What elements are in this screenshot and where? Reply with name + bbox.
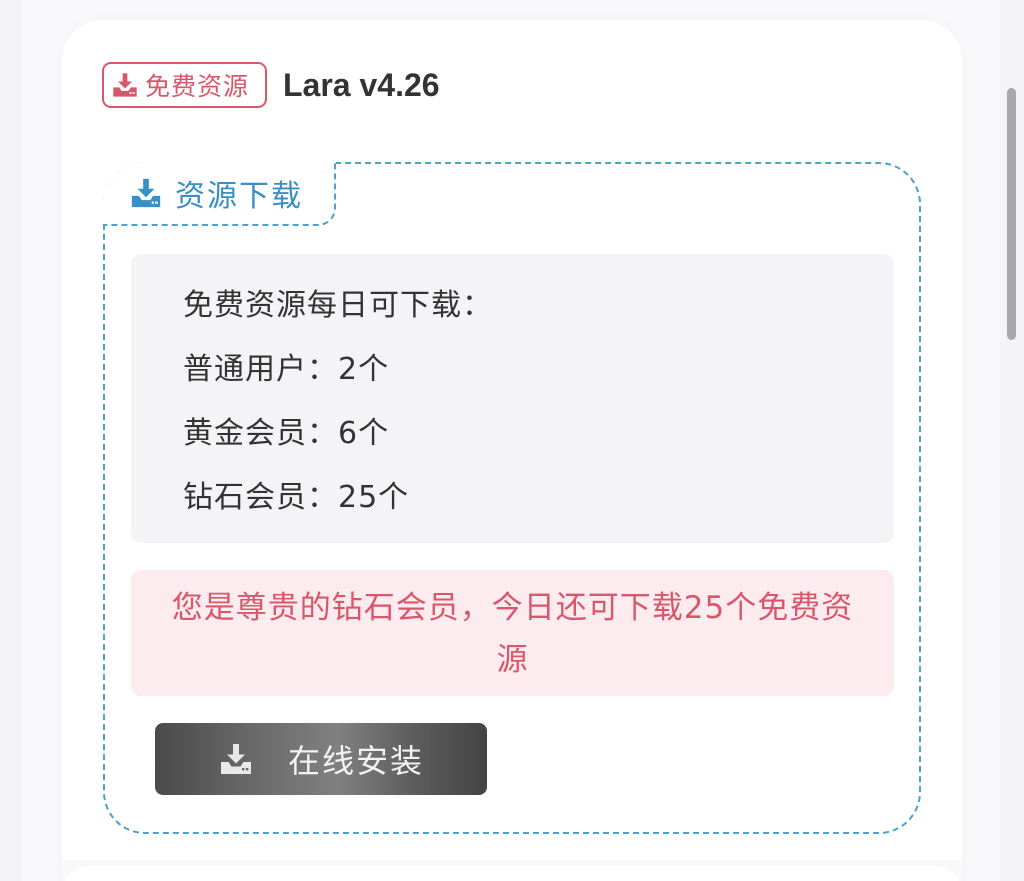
scrollbar-thumb[interactable]	[1007, 88, 1016, 340]
install-button-label: 在线安装	[287, 742, 424, 780]
badge-label: 免费资源	[145, 72, 250, 101]
info-line: 黄金会员：6个	[183, 416, 390, 451]
online-install-button[interactable]: 在线安装	[155, 723, 487, 795]
download-tray-icon	[113, 73, 137, 97]
page: 免费资源 Lara v4.26 资源下载 免费资源每日可下载： 普通用户：2个 …	[0, 0, 1024, 881]
info-line: 钻石会员：25个	[183, 480, 410, 515]
download-tray-icon	[131, 178, 161, 208]
next-card	[62, 866, 962, 881]
free-resource-badge: 免费资源	[102, 62, 267, 108]
download-tab-label: 资源下载	[175, 179, 303, 214]
info-line: 免费资源每日可下载：	[183, 288, 493, 323]
member-notice: 您是尊贵的钻石会员，今日还可下载25个免费资源	[131, 570, 894, 696]
download-tab: 资源下载	[103, 162, 336, 226]
info-line: 普通用户：2个	[183, 352, 390, 387]
download-limits-info: 免费资源每日可下载： 普通用户：2个 黄金会员：6个 钻石会员：25个	[131, 254, 894, 543]
page-title: Lara v4.26	[283, 67, 440, 103]
download-tray-icon	[220, 744, 251, 774]
